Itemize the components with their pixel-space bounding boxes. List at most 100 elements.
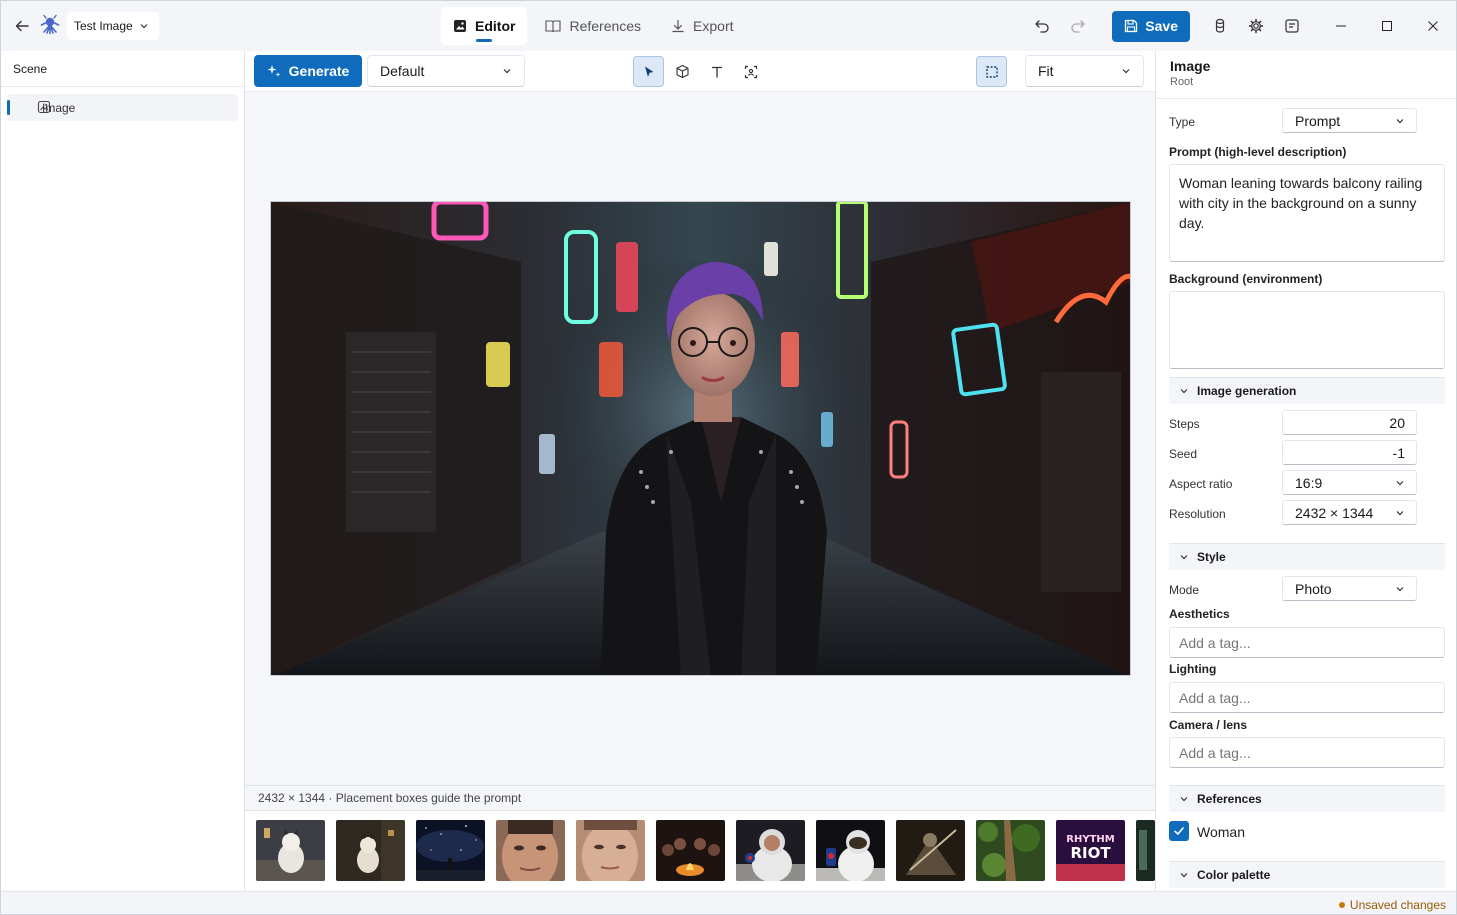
mode-dropdown[interactable]: Photo	[1282, 576, 1417, 601]
background-label: Background (environment)	[1169, 272, 1323, 286]
chevron-down-icon	[1180, 389, 1188, 394]
main-tabs: Editor References Export	[441, 7, 746, 45]
undo-icon	[1035, 20, 1049, 33]
type-value: Prompt	[1295, 112, 1341, 129]
section-color-palette-title: Color palette	[1197, 868, 1271, 882]
select-tool[interactable]	[633, 56, 664, 87]
database-icon	[1215, 18, 1225, 33]
title-bar: Test Image Editor References Export Save	[1, 1, 1456, 51]
camera-lens-label: Camera / lens	[1169, 718, 1248, 732]
scene-panel: Scene Image	[1, 51, 245, 891]
steps-label: Steps	[1169, 417, 1200, 431]
thumbnail-astronaut[interactable]	[736, 820, 805, 881]
tab-export[interactable]: Export	[659, 7, 745, 45]
account-button[interactable]	[1202, 8, 1238, 44]
canvas-image[interactable]	[270, 201, 1131, 676]
canvas-area: Generate Default Fit 2432 × 1344 · Place…	[245, 51, 1155, 891]
prompt-textarea[interactable]: Woman leaning towards balcony railing wi…	[1169, 164, 1445, 262]
minimize-icon	[1336, 25, 1346, 27]
zoom-dropdown[interactable]: Fit	[1025, 55, 1144, 87]
section-style-title: Style	[1197, 550, 1226, 564]
unsaved-label: Unsaved changes	[1349, 898, 1446, 912]
section-references[interactable]: References	[1169, 785, 1445, 812]
thumbnail-cat-street[interactable]	[256, 820, 325, 881]
chevron-down-icon	[1396, 480, 1404, 485]
tab-editor-label: Editor	[475, 18, 516, 34]
canvas-status: 2432 × 1344 · Placement boxes guide the …	[245, 785, 1155, 810]
tab-export-label: Export	[693, 18, 734, 34]
chevron-down-icon	[1180, 873, 1188, 878]
thumbnail-knight[interactable]	[896, 820, 965, 881]
zoom-value: Fit	[1038, 63, 1054, 79]
thumbnail-strip: RHYTHM RIOT	[245, 810, 1155, 891]
redo-button[interactable]	[1060, 8, 1096, 44]
camera-lens-tag-input[interactable]: Add a tag...	[1169, 737, 1445, 768]
resolution-dropdown[interactable]: 2432 × 1344	[1282, 500, 1417, 525]
tab-editor[interactable]: Editor	[441, 7, 528, 45]
type-dropdown[interactable]: Prompt	[1282, 108, 1417, 133]
undo-button[interactable]	[1024, 8, 1060, 44]
thumbnail-forest[interactable]	[976, 820, 1045, 881]
panel-button[interactable]	[1274, 8, 1310, 44]
section-style[interactable]: Style	[1169, 543, 1445, 570]
reference-woman-checkbox[interactable]	[1169, 821, 1189, 841]
steps-input[interactable]: 20	[1282, 410, 1417, 435]
redo-icon	[1071, 20, 1085, 33]
scene-header: Scene	[1, 51, 244, 87]
aspect-ratio-label: Aspect ratio	[1169, 477, 1233, 491]
box-tool[interactable]	[667, 56, 698, 87]
thumbnail-man-face[interactable]	[496, 820, 565, 881]
maximize-icon	[1382, 21, 1392, 31]
lighting-label: Lighting	[1169, 662, 1217, 676]
aspect-ratio-dropdown[interactable]: 16:9	[1282, 470, 1417, 495]
thumbnail-woman-face[interactable]	[576, 820, 645, 881]
seed-input[interactable]: -1	[1282, 440, 1417, 465]
preset-value: Default	[380, 63, 425, 79]
chevron-down-icon	[1180, 555, 1188, 560]
unsaved-dot-icon	[1338, 902, 1345, 908]
generate-button[interactable]: Generate	[254, 55, 362, 87]
aesthetics-tag-input[interactable]: Add a tag...	[1169, 627, 1445, 658]
chevron-down-icon	[503, 69, 511, 74]
scene-item-label: Image	[42, 100, 76, 115]
seed-label: Seed	[1169, 447, 1198, 461]
preset-dropdown[interactable]: Default	[367, 55, 525, 87]
minimize-button[interactable]	[1318, 1, 1364, 51]
section-image-generation-title: Image generation	[1197, 384, 1297, 398]
properties-title: Image	[1170, 58, 1211, 74]
download-icon	[672, 19, 684, 33]
thumbnail-night-sky[interactable]	[416, 820, 485, 881]
cursor-icon	[644, 66, 653, 77]
thumbnail-partial[interactable]	[1136, 820, 1155, 881]
chevron-down-icon	[140, 24, 148, 29]
thumbnail-astronaut-can[interactable]	[816, 820, 885, 881]
save-label: Save	[1145, 18, 1178, 34]
section-color-palette[interactable]: Color palette	[1169, 861, 1445, 888]
text-tool[interactable]	[701, 56, 732, 87]
svg-text:RIOT: RIOT	[1070, 844, 1111, 862]
lighting-tag-input[interactable]: Add a tag...	[1169, 682, 1445, 713]
chevron-down-icon	[1396, 586, 1404, 591]
section-image-generation[interactable]: Image generation	[1169, 377, 1445, 404]
gear-icon	[1248, 18, 1264, 34]
maximize-button[interactable]	[1364, 1, 1410, 51]
thumbnail-campfire[interactable]	[656, 820, 725, 881]
section-references-title: References	[1197, 792, 1262, 806]
titlebar-actions: Save	[1024, 1, 1456, 51]
canvas-toolbar: Generate Default Fit	[245, 51, 1155, 92]
thumbnail-cat-alley[interactable]	[336, 820, 405, 881]
subject-tool[interactable]	[735, 56, 766, 87]
save-button[interactable]: Save	[1112, 10, 1190, 42]
settings-button[interactable]	[1238, 8, 1274, 44]
document-selector[interactable]: Test Image	[67, 12, 159, 40]
fit-selection-button[interactable]	[976, 56, 1007, 87]
tab-references[interactable]: References	[533, 7, 653, 45]
reference-woman-label: Woman	[1197, 824, 1245, 840]
scene-item-image[interactable]: Image	[7, 94, 238, 121]
close-button[interactable]	[1410, 1, 1456, 51]
aspect-ratio-value: 16:9	[1295, 474, 1323, 491]
status-bar: Unsaved changes	[1, 891, 1456, 914]
background-textarea[interactable]	[1169, 291, 1445, 369]
back-button[interactable]	[11, 15, 33, 37]
thumbnail-rhythm-riot[interactable]: RHYTHM RIOT	[1056, 820, 1125, 881]
